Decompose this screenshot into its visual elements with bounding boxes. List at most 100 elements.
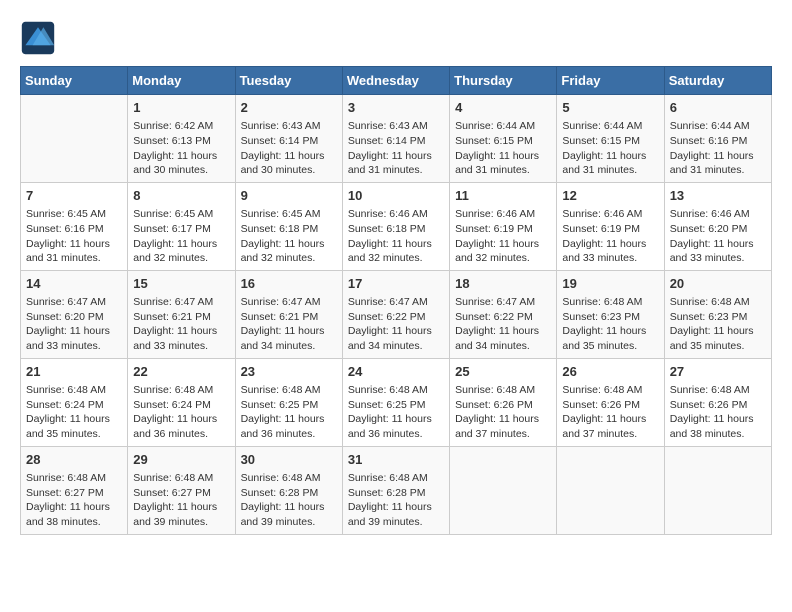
day-number: 22 [133,363,229,381]
day-cell: 22 Sunrise: 6:48 AMSunset: 6:24 PMDayligh… [128,358,235,446]
header-cell-friday: Friday [557,67,664,95]
day-number: 18 [455,275,551,293]
day-number: 23 [241,363,337,381]
day-cell: 19 Sunrise: 6:48 AMSunset: 6:23 PMDayligh… [557,270,664,358]
week-row-2: 7 Sunrise: 6:45 AMSunset: 6:16 PMDaylight… [21,182,772,270]
day-info: Sunrise: 6:48 AMSunset: 6:27 PMDaylight:… [133,471,229,530]
day-cell: 15 Sunrise: 6:47 AMSunset: 6:21 PMDayligh… [128,270,235,358]
day-cell: 7 Sunrise: 6:45 AMSunset: 6:16 PMDaylight… [21,182,128,270]
day-number: 4 [455,99,551,117]
day-info: Sunrise: 6:47 AMSunset: 6:20 PMDaylight:… [26,295,122,354]
day-number: 1 [133,99,229,117]
day-number: 25 [455,363,551,381]
day-info: Sunrise: 6:47 AMSunset: 6:22 PMDaylight:… [348,295,444,354]
day-cell [557,446,664,534]
day-cell: 31 Sunrise: 6:48 AMSunset: 6:28 PMDayligh… [342,446,449,534]
day-cell: 11 Sunrise: 6:46 AMSunset: 6:19 PMDayligh… [450,182,557,270]
page-header [20,20,772,56]
day-info: Sunrise: 6:45 AMSunset: 6:18 PMDaylight:… [241,207,337,266]
day-number: 7 [26,187,122,205]
day-number: 16 [241,275,337,293]
day-cell: 2 Sunrise: 6:43 AMSunset: 6:14 PMDaylight… [235,95,342,183]
day-number: 20 [670,275,766,293]
day-number: 27 [670,363,766,381]
calendar-body: 1 Sunrise: 6:42 AMSunset: 6:13 PMDaylight… [21,95,772,535]
day-info: Sunrise: 6:46 AMSunset: 6:19 PMDaylight:… [562,207,658,266]
day-number: 3 [348,99,444,117]
day-info: Sunrise: 6:46 AMSunset: 6:19 PMDaylight:… [455,207,551,266]
day-info: Sunrise: 6:46 AMSunset: 6:20 PMDaylight:… [670,207,766,266]
week-row-3: 14 Sunrise: 6:47 AMSunset: 6:20 PMDayligh… [21,270,772,358]
day-cell: 29 Sunrise: 6:48 AMSunset: 6:27 PMDayligh… [128,446,235,534]
day-info: Sunrise: 6:44 AMSunset: 6:15 PMDaylight:… [562,119,658,178]
day-info: Sunrise: 6:43 AMSunset: 6:14 PMDaylight:… [348,119,444,178]
day-number: 15 [133,275,229,293]
day-cell: 26Sunrise: 6:48 AMSunset: 6:26 PMDayligh… [557,358,664,446]
day-info: Sunrise: 6:45 AMSunset: 6:17 PMDaylight:… [133,207,229,266]
day-cell [450,446,557,534]
day-number: 5 [562,99,658,117]
day-number: 19 [562,275,658,293]
header-cell-sunday: Sunday [21,67,128,95]
day-cell: 14 Sunrise: 6:47 AMSunset: 6:20 PMDayligh… [21,270,128,358]
day-info: Sunrise: 6:46 AMSunset: 6:18 PMDaylight:… [348,207,444,266]
day-cell: 8 Sunrise: 6:45 AMSunset: 6:17 PMDaylight… [128,182,235,270]
day-info: Sunrise: 6:48 AMSunset: 6:24 PMDaylight:… [133,383,229,442]
day-info: Sunrise: 6:48 AMSunset: 6:24 PMDaylight:… [26,383,122,442]
day-cell: 23 Sunrise: 6:48 AMSunset: 6:25 PMDayligh… [235,358,342,446]
day-cell [21,95,128,183]
week-row-5: 28 Sunrise: 6:48 AMSunset: 6:27 PMDayligh… [21,446,772,534]
logo-icon [20,20,56,56]
day-number: 28 [26,451,122,469]
day-cell [664,446,771,534]
day-number: 8 [133,187,229,205]
day-cell: 5 Sunrise: 6:44 AMSunset: 6:15 PMDaylight… [557,95,664,183]
day-number: 2 [241,99,337,117]
day-cell: 24 Sunrise: 6:48 AMSunset: 6:25 PMDayligh… [342,358,449,446]
day-info: Sunrise: 6:45 AMSunset: 6:16 PMDaylight:… [26,207,122,266]
day-info: Sunrise: 6:48 AMSunset: 6:27 PMDaylight:… [26,471,122,530]
day-number: 11 [455,187,551,205]
day-cell: 1 Sunrise: 6:42 AMSunset: 6:13 PMDaylight… [128,95,235,183]
day-info: Sunrise: 6:43 AMSunset: 6:14 PMDaylight:… [241,119,337,178]
day-cell: 10 Sunrise: 6:46 AMSunset: 6:18 PMDayligh… [342,182,449,270]
day-cell: 6 Sunrise: 6:44 AMSunset: 6:16 PMDaylight… [664,95,771,183]
day-cell: 21 Sunrise: 6:48 AMSunset: 6:24 PMDayligh… [21,358,128,446]
day-info: Sunrise: 6:47 AMSunset: 6:22 PMDaylight:… [455,295,551,354]
day-number: 6 [670,99,766,117]
header-cell-saturday: Saturday [664,67,771,95]
day-number: 24 [348,363,444,381]
day-cell: 4 Sunrise: 6:44 AMSunset: 6:15 PMDaylight… [450,95,557,183]
day-number: 21 [26,363,122,381]
day-number: 10 [348,187,444,205]
day-number: 30 [241,451,337,469]
day-number: 31 [348,451,444,469]
day-info: Sunrise: 6:44 AMSunset: 6:15 PMDaylight:… [455,119,551,178]
day-number: 17 [348,275,444,293]
header-cell-wednesday: Wednesday [342,67,449,95]
day-info: Sunrise: 6:44 AMSunset: 6:16 PMDaylight:… [670,119,766,178]
header-cell-tuesday: Tuesday [235,67,342,95]
day-info: Sunrise: 6:48 AMSunset: 6:25 PMDaylight:… [348,383,444,442]
week-row-4: 21 Sunrise: 6:48 AMSunset: 6:24 PMDayligh… [21,358,772,446]
day-number: 14 [26,275,122,293]
day-info: Sunrise: 6:48 AMSunset: 6:23 PMDaylight:… [670,295,766,354]
day-info: Sunrise: 6:47 AMSunset: 6:21 PMDaylight:… [133,295,229,354]
day-number: 29 [133,451,229,469]
day-cell: 25Sunrise: 6:48 AMSunset: 6:26 PMDayligh… [450,358,557,446]
day-cell: 17 Sunrise: 6:47 AMSunset: 6:22 PMDayligh… [342,270,449,358]
day-cell: 27 Sunrise: 6:48 AMSunset: 6:26 PMDayligh… [664,358,771,446]
week-row-1: 1 Sunrise: 6:42 AMSunset: 6:13 PMDaylight… [21,95,772,183]
day-number: 26 [562,363,658,381]
day-info: Sunrise: 6:48 AMSunset: 6:25 PMDaylight:… [241,383,337,442]
day-cell: 30Sunrise: 6:48 AMSunset: 6:28 PMDayligh… [235,446,342,534]
day-cell: 18 Sunrise: 6:47 AMSunset: 6:22 PMDayligh… [450,270,557,358]
day-cell: 13Sunrise: 6:46 AMSunset: 6:20 PMDayligh… [664,182,771,270]
day-cell: 9Sunrise: 6:45 AMSunset: 6:18 PMDaylight… [235,182,342,270]
day-info: Sunrise: 6:48 AMSunset: 6:23 PMDaylight:… [562,295,658,354]
day-info: Sunrise: 6:48 AMSunset: 6:28 PMDaylight:… [348,471,444,530]
day-info: Sunrise: 6:42 AMSunset: 6:13 PMDaylight:… [133,119,229,178]
day-cell: 20 Sunrise: 6:48 AMSunset: 6:23 PMDayligh… [664,270,771,358]
header-cell-monday: Monday [128,67,235,95]
day-info: Sunrise: 6:48 AMSunset: 6:26 PMDaylight:… [670,383,766,442]
